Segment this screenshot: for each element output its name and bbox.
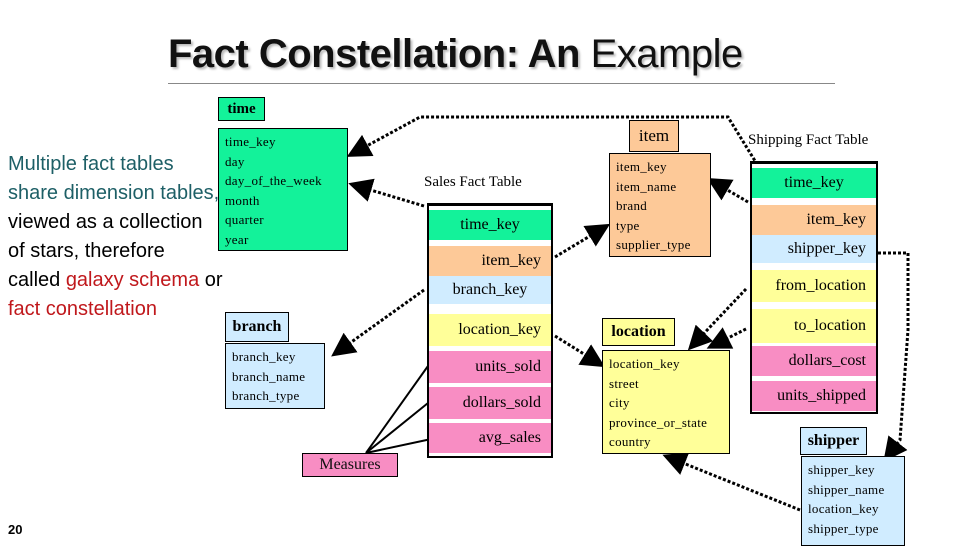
location-attribute: city — [609, 395, 630, 410]
link-sales-time-to-time — [348, 178, 425, 208]
time-attribute: day — [225, 153, 245, 169]
branch-attribute: branch_key — [232, 349, 296, 364]
link-shipper-location-to-location — [662, 452, 801, 512]
shipper-attribute: location_key — [808, 501, 879, 516]
time-dimension-label: time — [218, 97, 265, 121]
shipping-fact-row: item_key — [752, 205, 876, 235]
location-attribute: location_key — [609, 356, 680, 371]
measure-row: units_shipped — [752, 381, 876, 411]
shipper-attribute: shipper_type — [808, 520, 879, 536]
branch-dimension-label: branch — [225, 312, 289, 342]
location-dimension-table: location_key street city province_or_sta… — [602, 350, 730, 454]
location-attribute: street — [609, 375, 639, 391]
sales-fact-row: item_key — [429, 246, 551, 276]
location-dimension-label: location — [602, 318, 675, 346]
shipper-dimension-table: shipper_key shipper_name location_key sh… — [801, 456, 905, 546]
sales-fact-title: Sales Fact Table — [424, 174, 522, 190]
measure-row: dollars_cost — [752, 346, 876, 376]
shipping-fact-row: shipper_key — [752, 235, 876, 263]
sales-fact-row: time_key — [429, 210, 551, 240]
page-number: 20 — [8, 522, 23, 537]
sales-fact-row: location_key — [429, 314, 551, 346]
sales-fact-table: time_key item_key branch_key location_ke… — [427, 203, 553, 458]
shipping-fact-table: time_key item_key shipper_key from_locat… — [750, 161, 878, 414]
time-dimension-table: time_key day day_of_the_week month quart… — [218, 128, 348, 251]
measure-row: avg_sales — [429, 423, 551, 453]
item-attribute: type — [616, 217, 640, 233]
time-attribute: time_key — [225, 134, 276, 149]
time-attribute: day_of_the_week — [225, 173, 322, 188]
shipping-fact-row: to_location — [752, 309, 876, 343]
time-attribute: year — [225, 231, 249, 247]
link-shipper-key-to-shipper — [878, 251, 910, 462]
measure-row: units_sold — [429, 351, 551, 383]
item-attribute: item_key — [616, 159, 667, 174]
shipper-attribute: shipper_name — [808, 481, 885, 497]
shipping-fact-row: time_key — [752, 168, 876, 198]
location-attribute: province_or_state — [609, 414, 708, 430]
item-attribute: brand — [616, 198, 648, 213]
branch-attribute: branch_name — [232, 368, 306, 384]
link-from-location-to-location — [687, 287, 748, 351]
measure-row: dollars_sold — [429, 387, 551, 419]
branch-dimension-table: branch_key branch_name branch_type — [225, 343, 325, 409]
shipping-fact-row: from_location — [752, 270, 876, 302]
measures-label: Measures — [302, 453, 398, 477]
link-sales-location-to-location — [554, 334, 606, 368]
shipper-attribute: shipper_key — [808, 462, 875, 477]
link-to-location-to-location — [706, 327, 747, 349]
link-sales-item-to-item — [554, 223, 611, 259]
time-attribute: month — [225, 192, 260, 208]
branch-attribute: branch_type — [232, 388, 300, 403]
shipping-fact-title: Shipping Fact Table — [748, 132, 869, 148]
location-attribute: country — [609, 434, 651, 449]
item-attribute: item_name — [616, 178, 677, 194]
link-shipping-item-to-item — [706, 177, 749, 204]
item-attribute: supplier_type — [616, 237, 691, 252]
time-attribute: quarter — [225, 212, 264, 227]
link-sales-branch-to-branch — [331, 288, 425, 357]
sales-fact-row: branch_key — [429, 276, 551, 304]
item-dimension-table: item_key item_name brand type supplier_t… — [609, 153, 711, 257]
item-dimension-label: item — [629, 120, 679, 152]
shipper-dimension-label: shipper — [800, 427, 867, 455]
